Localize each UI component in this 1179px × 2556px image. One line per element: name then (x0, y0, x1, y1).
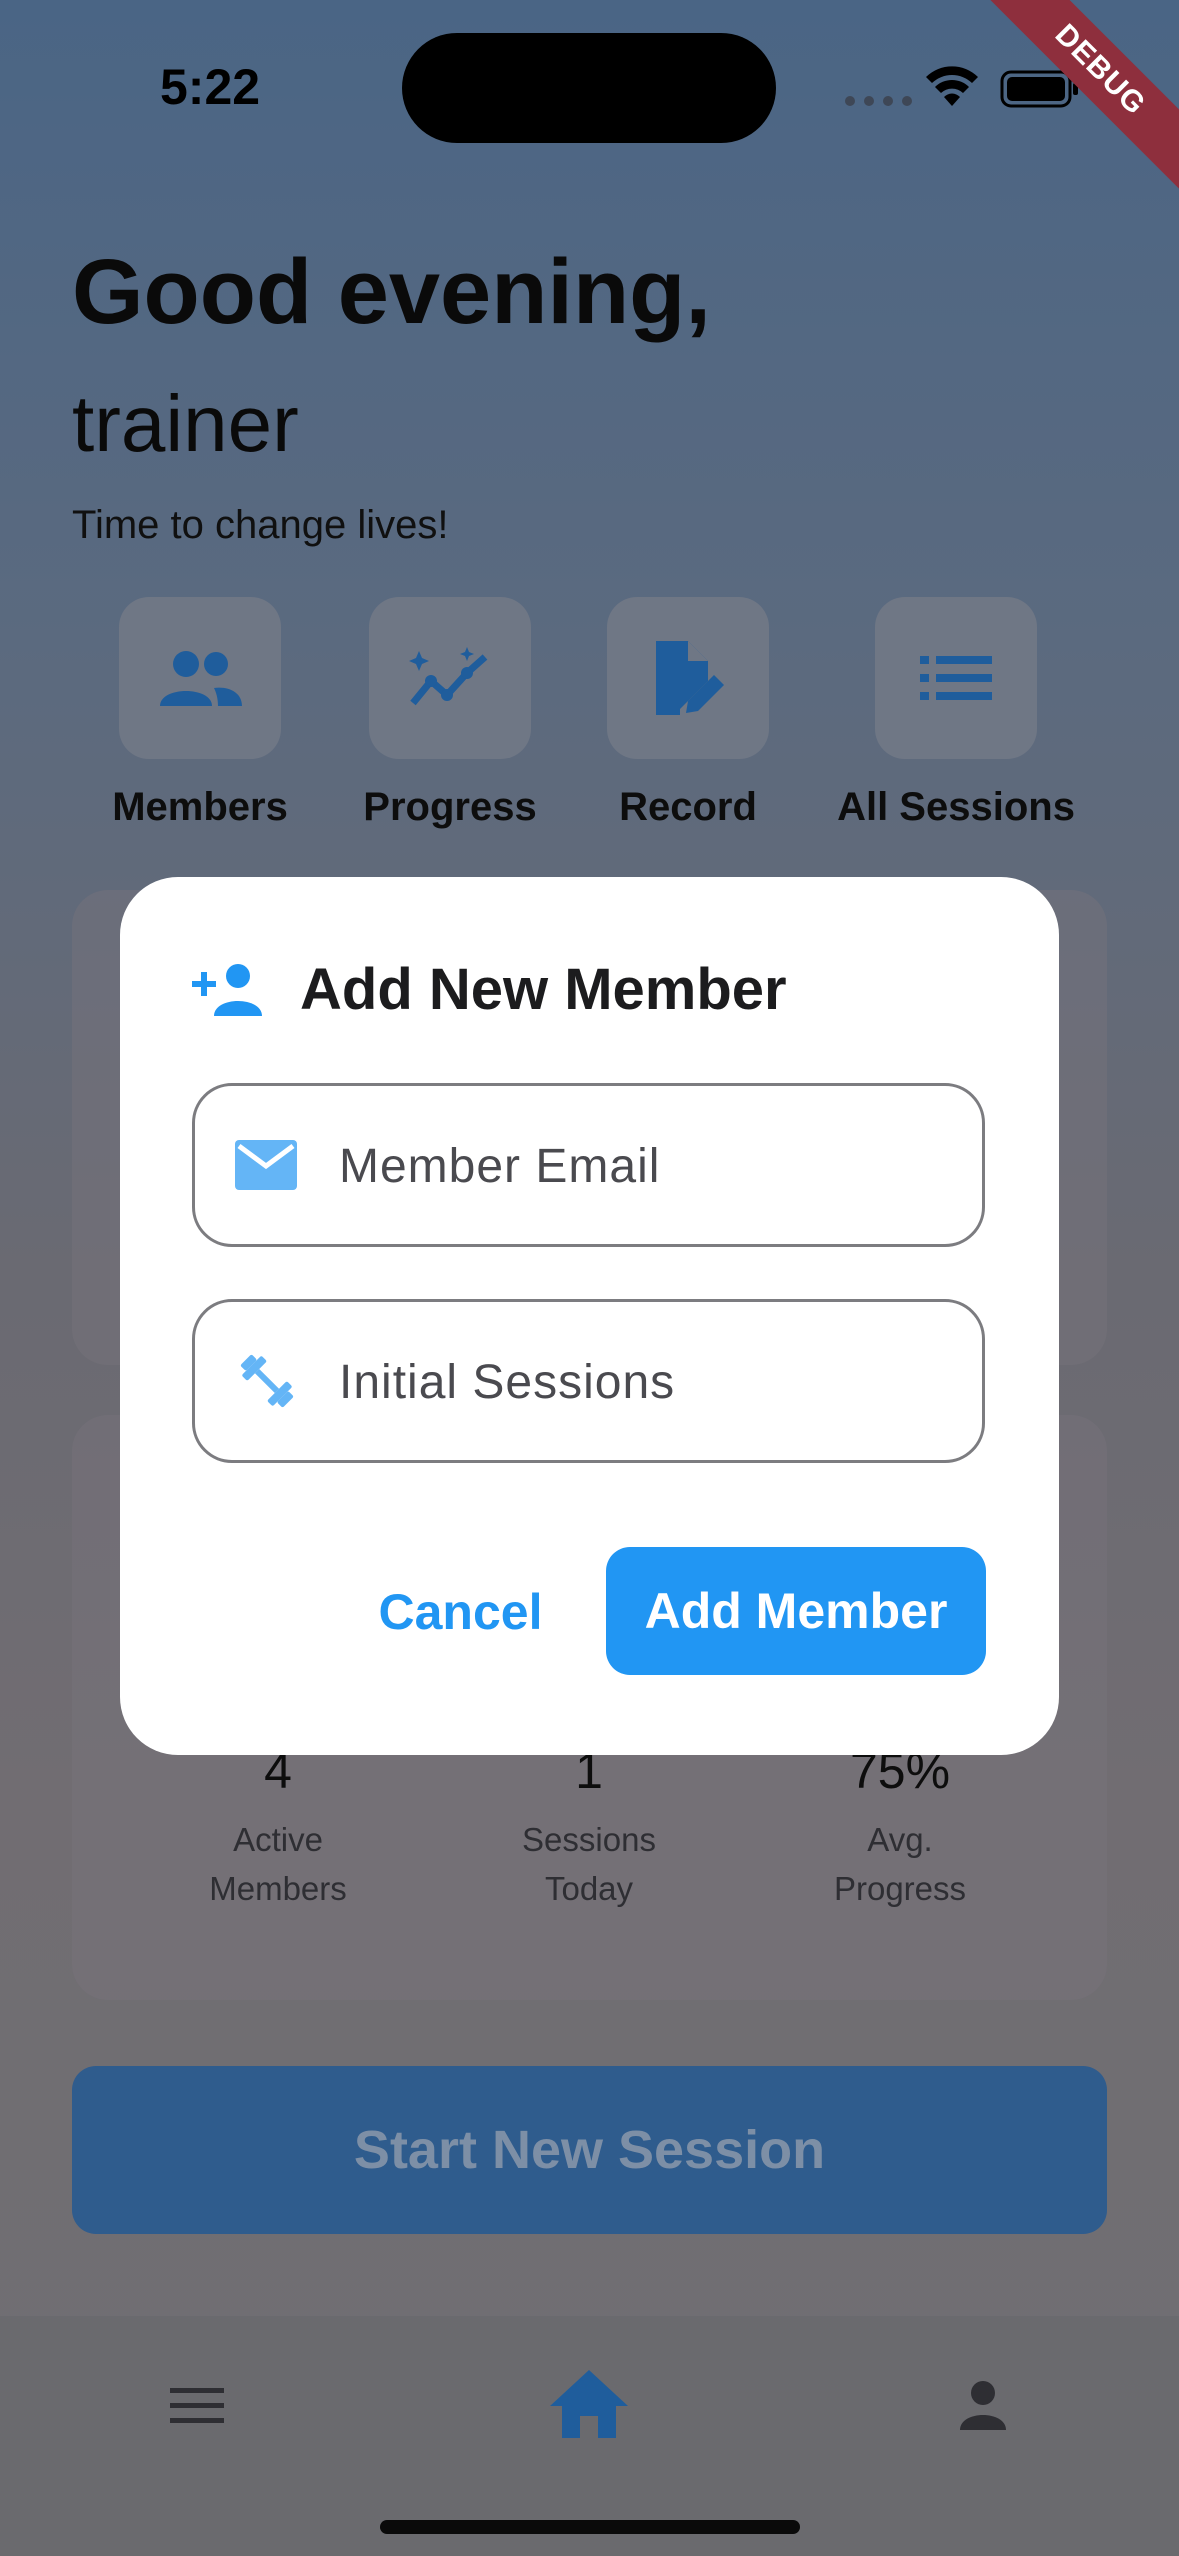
person-icon[interactable] (958, 2380, 1008, 2432)
active-members-label: Active Members (209, 1821, 347, 1907)
email-icon (235, 1140, 297, 1190)
record-action-button[interactable] (607, 597, 769, 759)
fitness-icon (240, 1354, 294, 1408)
member-email-input[interactable] (337, 1086, 952, 1246)
user-name: trainer (72, 379, 299, 468)
member-email-field[interactable] (192, 1083, 985, 1247)
all-sessions-action-label: All Sessions (837, 785, 1075, 829)
home-screen: 5:22 DEBUG Good evening, trainer Time to… (0, 0, 1179, 2556)
dynamic-island (402, 33, 776, 143)
list-icon (920, 656, 992, 700)
edit-document-icon (656, 641, 724, 715)
initial-sessions-input[interactable] (337, 1302, 952, 1462)
trending-sparkle-icon (409, 647, 488, 706)
avg-progress-label: Avg. Progress (833, 1821, 967, 1907)
start-new-session-button[interactable]: Start New Session (72, 2066, 1107, 2234)
menu-icon[interactable] (170, 2386, 224, 2426)
progress-action-button[interactable] (369, 597, 531, 759)
progress-action-label: Progress (363, 785, 537, 829)
all-sessions-action-button[interactable] (875, 597, 1037, 759)
record-action-label: Record (619, 785, 757, 829)
members-action-button[interactable] (119, 597, 281, 759)
group-icon (160, 651, 242, 706)
greeting-title: Good evening, (72, 241, 711, 343)
sessions-today-label: Sessions Today (522, 1821, 656, 1907)
initial-sessions-field[interactable] (192, 1299, 985, 1463)
status-time: 5:22 (160, 59, 261, 115)
members-action-label: Members (112, 785, 288, 829)
wifi-icon (926, 66, 978, 106)
add-member-button[interactable]: Add Member (606, 1547, 986, 1675)
tagline: Time to change lives! (72, 503, 449, 547)
home-icon[interactable] (548, 2368, 630, 2440)
dialog-title: Add New Member (300, 957, 787, 1022)
cancel-button[interactable]: Cancel (358, 1548, 563, 1676)
signal-icon (845, 96, 912, 106)
person-add-icon (192, 964, 262, 1016)
home-indicator (380, 2520, 800, 2534)
